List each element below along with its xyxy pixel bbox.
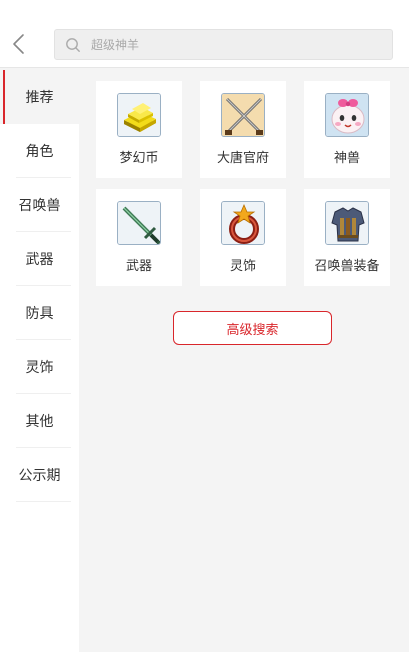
top-strip: [0, 0, 409, 20]
grid-item-label: 大唐官府: [216, 151, 269, 166]
sidebar-item-label: 其他: [25, 414, 54, 430]
sidebar-item-label: 公示期: [18, 468, 61, 484]
grid-item-label: 梦幻币: [119, 151, 159, 166]
gold-bars-icon: [117, 93, 161, 137]
sidebar-item-armor[interactable]: 防具: [0, 286, 79, 340]
sidebar-item-summon[interactable]: 召唤兽: [0, 178, 79, 232]
sidebar-item-label: 推荐: [25, 90, 54, 106]
sidebar-item-label: 角色: [25, 144, 54, 160]
sidebar-item-label: 灵饰: [25, 360, 54, 376]
sidebar-item-accessory[interactable]: 灵饰: [0, 340, 79, 394]
grid-item-label: 武器: [125, 259, 152, 274]
search-input[interactable]: [91, 30, 392, 59]
sidebar-item-label: 召唤兽: [18, 198, 61, 214]
grid-item-datang[interactable]: 大唐官府: [200, 81, 286, 178]
sidebar-item-label: 武器: [25, 252, 54, 268]
grid-item-divine-beast[interactable]: 神兽: [304, 81, 390, 178]
sidebar-item-weapon[interactable]: 武器: [0, 232, 79, 286]
content-area: 梦幻币 大唐官府 神兽 武器 灵饰 召唤兽装备 高级搜索: [79, 70, 409, 652]
ring-icon: [221, 201, 265, 245]
back-button[interactable]: [6, 30, 34, 58]
grid-item-label: 灵饰: [229, 259, 256, 274]
divine-beast-icon: [325, 93, 369, 137]
armor-icon: [325, 201, 369, 245]
sword-icon: [117, 201, 161, 245]
sidebar-item-public-period[interactable]: 公示期: [0, 448, 79, 502]
crossed-swords-icon: [221, 93, 265, 137]
grid-item-summon-equipment[interactable]: 召唤兽装备: [304, 189, 390, 286]
grid-item-label: 神兽: [333, 151, 360, 166]
grid-item-weapon[interactable]: 武器: [96, 189, 182, 286]
grid-item-accessory[interactable]: 灵饰: [200, 189, 286, 286]
grid-item-label: 召唤兽装备: [314, 259, 380, 274]
sidebar-item-other[interactable]: 其他: [0, 394, 79, 448]
sidebar-item-recommend[interactable]: 推荐: [0, 70, 79, 124]
search-box[interactable]: [54, 29, 393, 60]
sidebar-item-role[interactable]: 角色: [0, 124, 79, 178]
search-icon: [66, 37, 80, 52]
chevron-left-icon: [13, 34, 24, 54]
grid-item-currency[interactable]: 梦幻币: [96, 81, 182, 178]
category-sidebar: 推荐 角色 召唤兽 武器 防具 灵饰 其他 公示期: [0, 70, 79, 652]
header-bar: [0, 20, 409, 68]
sidebar-item-label: 防具: [25, 306, 54, 322]
advanced-search-button[interactable]: 高级搜索: [173, 311, 332, 345]
